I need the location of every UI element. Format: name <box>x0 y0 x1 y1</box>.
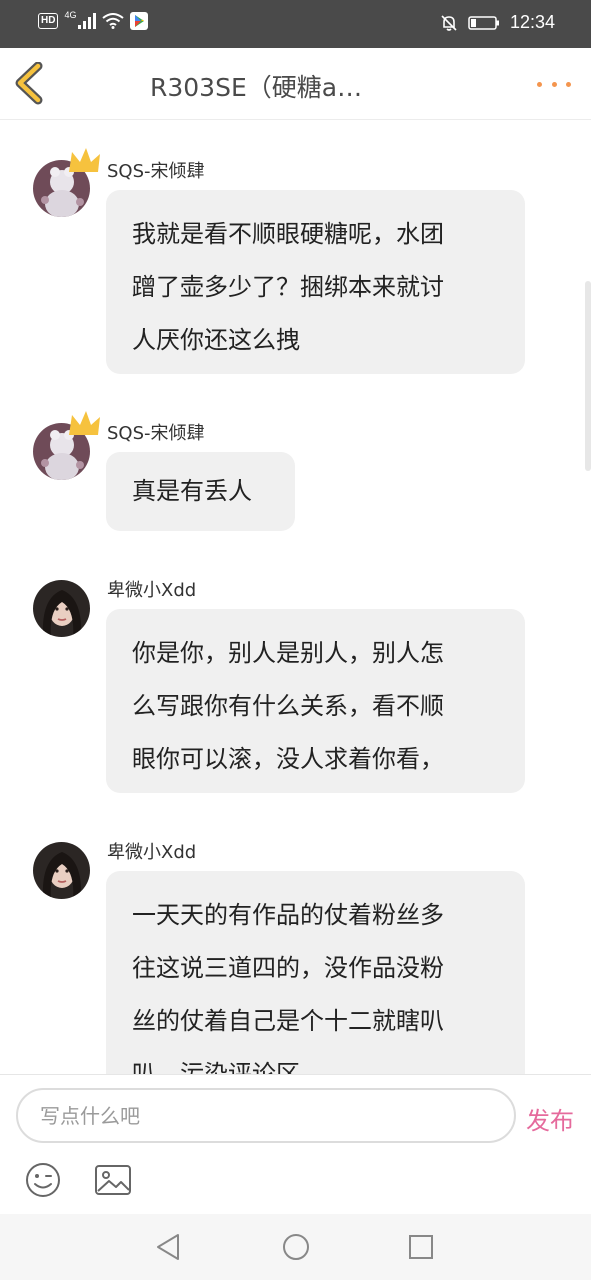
emoji-button[interactable] <box>24 1161 62 1199</box>
emoji-icon <box>26 1163 60 1197</box>
status-right-icons: 12:34 <box>440 12 555 33</box>
more-dot <box>566 81 571 87</box>
message-line: 我就是看不顺眼硬糖呢，水团 <box>132 220 444 248</box>
home-circle-icon <box>283 1234 309 1260</box>
nav-back-button[interactable] <box>154 1232 184 1262</box>
username[interactable]: SQS-宋倾肆 <box>107 419 205 445</box>
status-time: 12:34 <box>509 12 555 32</box>
chevron-left-icon <box>15 61 43 105</box>
message-bubble: 真是有丢人 <box>106 452 295 531</box>
nav-home-button[interactable] <box>281 1232 311 1262</box>
header: R303SE（硬糖a… <box>0 48 591 120</box>
message-line: 眼你可以滚，没人求着你看， <box>132 745 444 773</box>
username[interactable]: SQS-宋倾肆 <box>107 157 205 183</box>
image-icon <box>95 1165 131 1195</box>
back-button[interactable] <box>12 61 56 106</box>
publish-button[interactable]: 发布 <box>526 1101 574 1136</box>
avatar[interactable] <box>33 842 90 899</box>
username[interactable]: 卑微小Xdd <box>107 838 196 864</box>
message-line: 蹭了壶多少了？捆绑本来就讨 <box>132 273 444 301</box>
more-button[interactable] <box>537 70 571 98</box>
page-title: R303SE（硬糖a… <box>150 73 363 102</box>
message-line: 往这说三道四的，没作品没粉 <box>132 954 444 982</box>
status-bar: HD 4G 12:34 <box>0 0 591 48</box>
battery-icon <box>468 15 499 30</box>
comment-input[interactable] <box>16 1088 516 1143</box>
system-nav-bar <box>0 1214 591 1280</box>
wifi-icon <box>102 13 125 29</box>
message-line: 么写跟你有什么关系，看不顺 <box>132 692 444 720</box>
message-line: 人厌你还这么拽 <box>132 326 300 354</box>
scrollbar[interactable] <box>585 281 591 471</box>
message-line: 真是有丢人 <box>132 477 252 505</box>
image-button[interactable] <box>94 1163 132 1197</box>
message-bubble: 你是你，别人是别人，别人怎 么写跟你有什么关系，看不顺 眼你可以滚，没人求着你看… <box>106 609 525 793</box>
message-line: 丝的仗着自己是个十二就瞎叭 <box>132 1007 444 1035</box>
recents-square-icon <box>409 1235 433 1259</box>
username[interactable]: 卑微小Xdd <box>107 576 196 602</box>
message-bubble: 我就是看不顺眼硬糖呢，水团 蹭了壶多少了？捆绑本来就讨 人厌你还这么拽 <box>106 190 525 374</box>
mute-bell-icon <box>441 14 457 31</box>
message-line: 一天天的有作品的仗着粉丝多 <box>132 901 444 929</box>
network-type: 4G <box>64 10 77 20</box>
comment-list[interactable]: SQS-宋倾肆 我就是看不顺眼硬糖呢，水团 蹭了壶多少了？捆绑本来就讨 人厌你还… <box>0 121 591 1074</box>
status-left-icons: HD 4G <box>38 10 149 30</box>
signal-icon <box>78 13 97 29</box>
crown-icon <box>69 411 100 435</box>
back-triangle-icon <box>157 1234 179 1260</box>
message-line: 你是你，别人是别人，别人怎 <box>132 639 444 667</box>
message-line: 叭，污染评论区 <box>132 1060 300 1074</box>
more-dot <box>551 81 557 87</box>
more-dots-icon <box>537 81 542 87</box>
play-store-icon <box>130 12 149 30</box>
message-bubble: 一天天的有作品的仗着粉丝多 往这说三道四的，没作品没粉 丝的仗着自己是个十二就瞎… <box>106 871 525 1074</box>
hd-badge: HD <box>38 13 59 29</box>
nav-recents-button[interactable] <box>406 1232 436 1262</box>
avatar[interactable] <box>33 580 90 637</box>
crown-icon <box>69 148 100 172</box>
comment-composer: 发布 <box>0 1074 591 1214</box>
